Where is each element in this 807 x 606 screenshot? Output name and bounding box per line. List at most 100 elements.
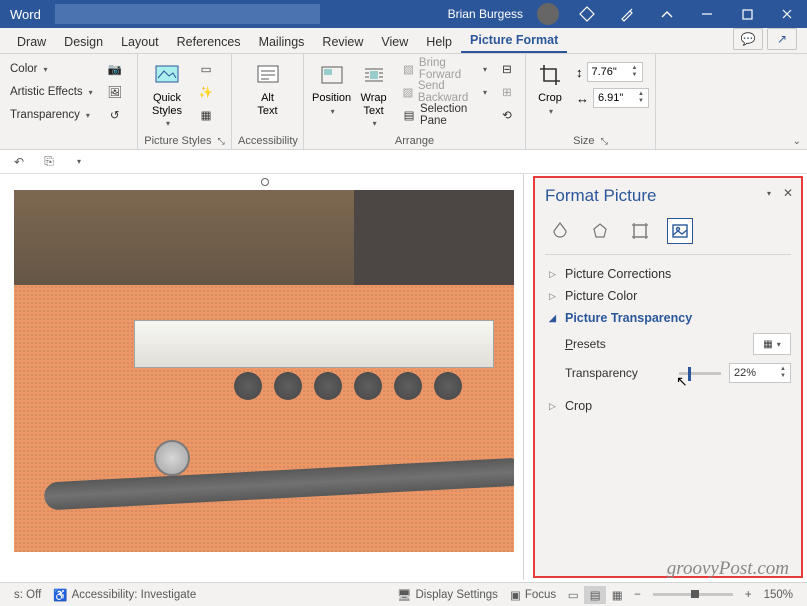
tab-picture-format[interactable]: Picture Format [461,28,567,53]
section-picture-color[interactable]: ▷Picture Color [545,285,791,307]
send-backward-icon: ▨ [402,84,414,100]
presets-dropdown[interactable]: ▦▾ [753,333,791,355]
group-arrange: Position▾ Wrap Text▾ ▧Bring Forward▾ ▨Se… [304,54,526,149]
group-icon: ⊞ [495,81,519,103]
tab-draw[interactable]: Draw [8,30,55,53]
title-bar: Word Brian Burgess [0,0,807,28]
close-pane-icon[interactable]: ✕ [783,186,793,200]
maximize-button[interactable] [727,0,767,28]
app-name: Word [0,7,51,22]
tab-review[interactable]: Review [313,30,372,53]
accessibility-icon: ♿ [53,588,67,602]
rotation-handle-icon[interactable] [261,178,269,186]
zoom-out-icon[interactable]: − [628,589,647,601]
reset-picture-icon[interactable]: ↺ [103,104,127,126]
dialog-launcher-icon[interactable]: ⤡ [215,136,225,146]
picture-border-icon[interactable]: ▭ [194,58,218,80]
focus-icon: ▣ [510,588,521,602]
pane-options-icon[interactable]: ▾ [767,189,771,198]
rotate-icon[interactable]: ⟲ [495,104,519,126]
zoom-level[interactable]: 150% [758,589,799,601]
zoom-in-icon[interactable]: + [739,589,758,601]
undo-icon[interactable]: ↶ [10,153,28,171]
tab-mailings[interactable]: Mailings [250,30,314,53]
selection-pane-button[interactable]: ▤Selection Pane [398,104,491,126]
search-box[interactable] [55,4,320,24]
track-changes-status[interactable]: s: Off [8,589,47,601]
alt-text-button[interactable]: Alt Text [245,58,291,119]
color-button[interactable]: Color▾ [6,58,97,80]
tab-help[interactable]: Help [417,30,461,53]
align-icon[interactable]: ⊟ [495,58,519,80]
picture-layout-icon[interactable]: ▦ [194,104,218,126]
ribbon-mode-icon[interactable] [647,0,687,28]
share-button[interactable]: ↗ [767,28,797,50]
pen-icon[interactable] [607,0,647,28]
picture-effects-icon[interactable]: ✨ [194,81,218,103]
collapse-ribbon-icon[interactable]: ⌄ [793,136,801,147]
read-mode-icon[interactable]: ▭ [562,586,584,604]
compress-pictures-icon[interactable]: 📷 [103,58,127,80]
bring-forward-icon: ▧ [402,61,415,77]
send-backward-button: ▨Send Backward▾ [398,81,491,103]
user-avatar[interactable] [537,3,559,25]
size-dialog-launcher-icon[interactable]: ⤡ [598,136,608,146]
qat-customize-icon[interactable]: ▾ [70,153,88,171]
picture-styles-label: Picture Styles [144,135,211,147]
presets-label: PPresetsresets [565,337,753,351]
selected-picture[interactable] [14,190,514,552]
repeat-icon[interactable]: ⎘ [40,153,58,171]
group-size: Crop▾ ↕ 7.76"▲▼ ↔ 6.91"▲▼ Size ⤡ [526,54,656,149]
transparency-input[interactable]: 22%▲▼ [729,363,791,383]
crop-icon [535,60,565,90]
effects-tab-icon[interactable] [587,218,613,244]
display-settings-button[interactable]: 🖥Display Settings [391,588,504,602]
pane-title: Format Picture [545,186,791,212]
quick-styles-button[interactable]: Quick Styles▾ [144,58,190,130]
focus-button[interactable]: ▣Focus [504,588,562,602]
tab-layout[interactable]: Layout [112,30,168,53]
fill-line-tab-icon[interactable] [547,218,573,244]
change-picture-icon[interactable]: 🖼 [103,81,127,103]
format-picture-pane: ▾ ✕ Format Picture ▷Picture Corrections … [533,176,803,578]
crop-button[interactable]: Crop▾ [532,58,568,118]
height-icon: ↕ [576,65,583,80]
size-label: Size [573,135,594,147]
picture-tab-icon[interactable] [667,218,693,244]
bring-forward-button: ▧Bring Forward▾ [398,58,491,80]
tab-view[interactable]: View [372,30,417,53]
user-name[interactable]: Brian Burgess [442,7,529,21]
section-picture-corrections[interactable]: ▷Picture Corrections [545,263,791,285]
zoom-slider[interactable] [653,593,733,596]
section-picture-transparency[interactable]: ◢Picture Transparency [545,307,791,329]
layout-tab-icon[interactable] [627,218,653,244]
diamond-icon[interactable] [567,0,607,28]
content-area: ▾ ✕ Format Picture ▷Picture Corrections … [0,174,807,580]
width-input[interactable]: 6.91"▲▼ [593,88,649,108]
tab-design[interactable]: Design [55,30,112,53]
height-input[interactable]: 7.76"▲▼ [587,62,643,82]
tab-references[interactable]: References [168,30,250,53]
close-button[interactable] [767,0,807,28]
group-picture-styles: Quick Styles▾ ▭ ✨ ▦ Picture Styles ⤡ [138,54,232,149]
document-area[interactable] [0,174,531,580]
print-layout-icon[interactable]: ▤ [584,586,606,604]
quick-access-toolbar: ↶ ⎘ ▾ [0,150,807,174]
position-button[interactable]: Position▾ [310,58,353,118]
cursor-icon: ↖ [676,373,688,390]
accessibility-status[interactable]: ♿Accessibility: Investigate [47,588,202,602]
wrap-text-button[interactable]: Wrap Text▾ [355,58,392,130]
minimize-button[interactable] [687,0,727,28]
group-accessibility: Alt Text Accessibility [232,54,304,149]
alt-text-icon [253,60,283,90]
web-layout-icon[interactable]: ▦ [606,586,628,604]
comments-button[interactable]: 💬 [733,28,763,50]
status-bar: s: Off ♿Accessibility: Investigate 🖥Disp… [0,582,807,606]
transparency-button[interactable]: Transparency▾ [6,104,97,126]
section-crop[interactable]: ▷Crop [545,395,791,417]
transparency-row: Transparency 22%▲▼ ↖ [545,359,791,387]
transparency-label: Transparency [565,366,671,380]
ribbon: Color▾ Artistic Effects▾ Transparency▾ 📷… [0,54,807,150]
artistic-effects-button[interactable]: Artistic Effects▾ [6,81,97,103]
presets-row: PPresetsresets ▦▾ [545,329,791,359]
